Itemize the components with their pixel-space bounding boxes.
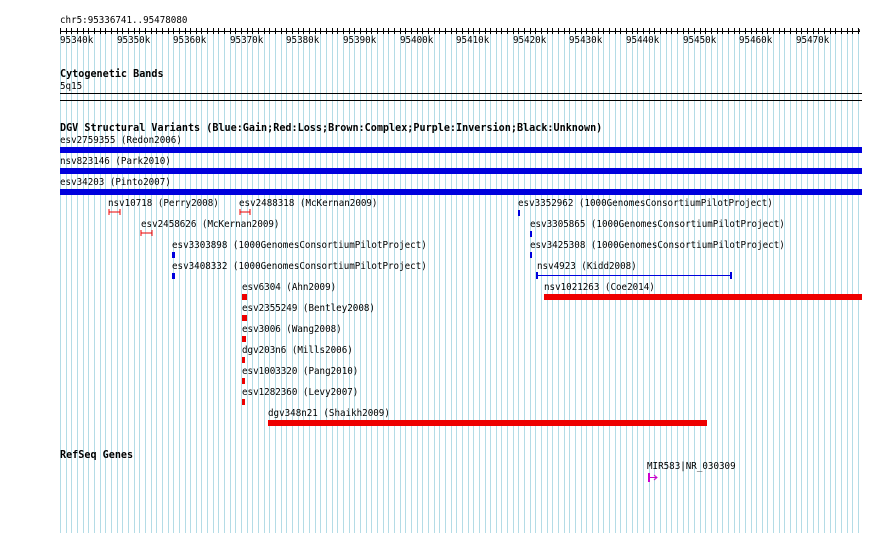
variant-label: nsv823146 (Park2010) xyxy=(60,156,171,167)
ruler-tick-label: 95460k xyxy=(739,35,773,46)
variant-label: nsv1021263 (Coe2014) xyxy=(544,282,655,293)
variant-feature-gain[interactable] xyxy=(530,252,532,258)
variant-feature-loss[interactable] xyxy=(242,294,247,300)
ruler-tick-label: 95380k xyxy=(286,35,320,46)
cytoband-line xyxy=(60,93,862,94)
ruler-arrow-icon: › xyxy=(856,25,862,36)
ruler-tick-label: 95450k xyxy=(682,35,716,46)
variant-feature-loss[interactable] xyxy=(108,208,122,216)
variant-label: nsv10718 (Perry2008) xyxy=(108,198,219,209)
variant-feature-gain[interactable] xyxy=(530,231,532,237)
ruler-tick-label: 95350k xyxy=(116,35,150,46)
genome-browser-panel: chr5:95336741..95478080 95340k 95350k 9536… xyxy=(0,0,890,533)
variant-label: esv2458626 (McKernan2009) xyxy=(141,219,280,230)
variant-feature-loss[interactable] xyxy=(140,229,154,237)
ruler-tick-label: 95430k xyxy=(569,35,603,46)
variant-feature-gain[interactable] xyxy=(60,147,862,153)
gene-label: MIR583|NR_030309 xyxy=(647,461,736,472)
ruler-tick-label: 95340k xyxy=(60,35,94,46)
variant-label: esv2759355 (Redon2006) xyxy=(60,135,182,146)
ruler-tick-label: 95410k xyxy=(456,35,490,46)
cytoband-line-2 xyxy=(60,100,862,101)
variant-label: dgv203n6 (Mills2006) xyxy=(242,345,353,356)
variant-feature-loss[interactable] xyxy=(242,357,245,363)
variant-feature-gain[interactable] xyxy=(536,271,733,280)
ruler-tick-label: 95360k xyxy=(173,35,207,46)
variant-label: esv3305865 (1000GenomesConsortiumPilotPr… xyxy=(530,219,785,230)
gene-feature-arrow-icon[interactable] xyxy=(647,472,659,484)
track-title-cytoband[interactable]: Cytogenetic Bands xyxy=(60,68,164,80)
variant-label: esv3352962 (1000GenomesConsortiumPilotPr… xyxy=(518,198,773,209)
variant-feature-loss[interactable] xyxy=(242,336,246,342)
variant-label: esv1003320 (Pang2010) xyxy=(242,366,359,377)
track-title-dgv[interactable]: DGV Structural Variants (Blue:Gain;Red:L… xyxy=(60,122,602,134)
variant-feature-loss[interactable] xyxy=(242,315,247,321)
variant-feature-gain[interactable] xyxy=(172,273,175,279)
variant-feature-loss[interactable] xyxy=(239,208,252,216)
ruler-tick-label: 95420k xyxy=(512,35,547,46)
variant-label: esv34203 (Pinto2007) xyxy=(60,177,171,188)
ruler-tick-label: 95390k xyxy=(343,35,377,46)
variant-label: esv2355249 (Bentley2008) xyxy=(242,303,375,314)
variant-label: esv3425308 (1000GenomesConsortiumPilotPr… xyxy=(530,240,785,251)
ruler-tick-marks xyxy=(60,28,859,34)
variant-feature-gain[interactable] xyxy=(518,210,520,216)
ruler-tick-label: 95440k xyxy=(626,35,660,46)
variant-feature-loss[interactable] xyxy=(242,378,245,384)
track-title-refseq[interactable]: RefSeq Genes xyxy=(60,449,133,461)
variant-feature-loss[interactable] xyxy=(544,294,862,300)
variant-feature-loss[interactable] xyxy=(242,399,245,405)
variant-label: esv3408332 (1000GenomesConsortiumPilotPr… xyxy=(172,261,427,272)
variant-label: dgv348n21 (Shaikh2009) xyxy=(268,408,390,419)
ruler-tick-label: 95400k xyxy=(399,35,433,46)
variant-label: esv1282360 (Levy2007) xyxy=(242,387,359,398)
variant-label: esv3303898 (1000GenomesConsortiumPilotPr… xyxy=(172,240,427,251)
ruler-tick-label: 95370k xyxy=(229,35,264,46)
variant-feature-gain[interactable] xyxy=(60,168,862,174)
variant-feature-loss[interactable] xyxy=(268,420,707,426)
variant-feature-gain[interactable] xyxy=(60,189,862,195)
ruler-tick-label: 95470k xyxy=(795,35,830,46)
variant-feature-gain[interactable] xyxy=(172,252,175,258)
cytoband-label: 5q15 xyxy=(60,81,83,92)
variant-label: esv3006 (Wang2008) xyxy=(242,324,342,335)
variant-label: esv6304 (Ahn2009) xyxy=(242,282,337,293)
variant-label: esv2488318 (McKernan2009) xyxy=(239,198,378,209)
